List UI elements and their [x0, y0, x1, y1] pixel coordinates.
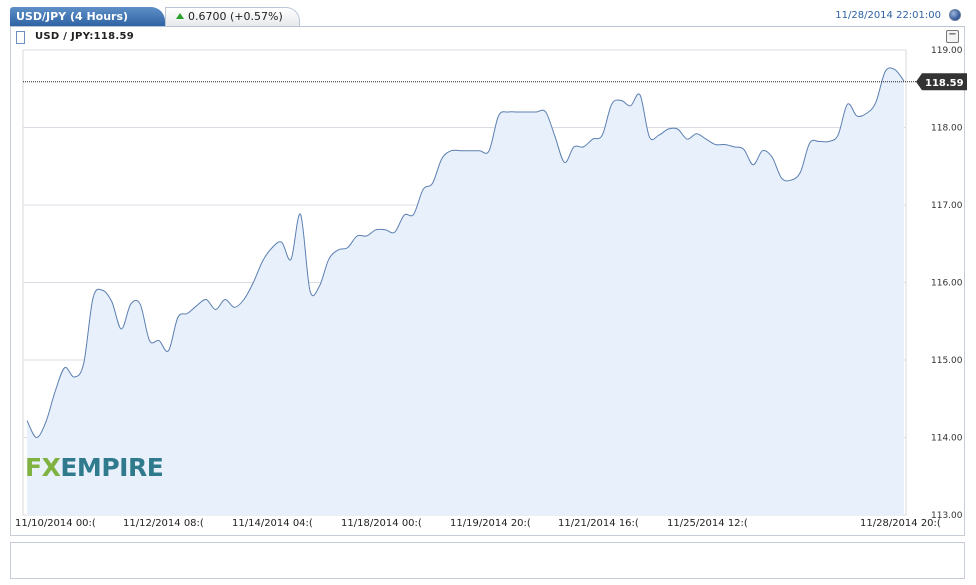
x-tick-label: 11/10/2014 00:( [15, 518, 96, 529]
x-tick-label: 11/14/2014 04:( [232, 518, 313, 529]
y-axis: 119.00118.00117.00116.00115.00114.00113.… [931, 46, 963, 521]
y-tick-label: 117.00 [931, 201, 963, 211]
logo-empire: EMPIRE [60, 453, 164, 482]
y-tick-label: 119.00 [931, 46, 963, 56]
y-tick-label: 115.00 [931, 356, 963, 366]
y-tick-label: 114.00 [931, 434, 963, 444]
fxempire-logo: FXEMPIRE [25, 453, 164, 482]
x-tick-label: 11/12/2014 08:( [123, 518, 204, 529]
x-tick-label: 11/18/2014 00:( [341, 518, 422, 529]
navigator-frame [10, 542, 965, 579]
last-price-label: 118.59 [925, 78, 964, 89]
y-tick-label: 116.00 [931, 279, 963, 289]
x-tick-label: 11/25/2014 12:( [667, 518, 748, 529]
x-axis: 11/10/2014 00:( 11/12/2014 08:( 11/14/2014… [15, 518, 941, 529]
x-tick-label: 11/19/2014 20:( [450, 518, 531, 529]
x-tick-label: 11/28/2014 20:( [860, 518, 941, 529]
x-tick-label: 11/21/2014 16:( [558, 518, 639, 529]
logo-fx: FX [25, 453, 61, 482]
series-legend-label[interactable]: USD / JPY:118.59 [35, 31, 134, 42]
y-tick-label: 118.00 [931, 124, 963, 134]
price-chart: 119.00118.00117.00116.00115.00114.00113.… [15, 46, 967, 574]
series-swatch[interactable] [16, 31, 25, 44]
minimize-button[interactable]: − [946, 30, 959, 43]
last-price-badge: 118.59 [916, 73, 967, 91]
